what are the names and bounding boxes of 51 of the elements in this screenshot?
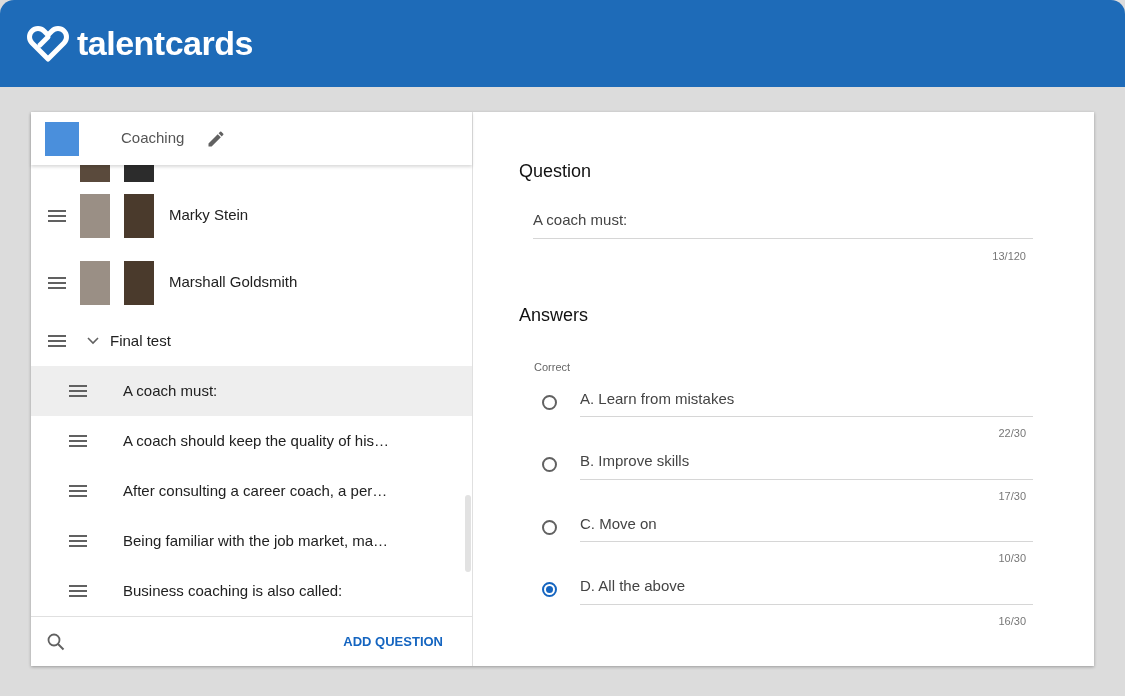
drag-handle-icon[interactable] <box>48 276 66 289</box>
section-heading: Question <box>519 160 593 183</box>
photo-placeholder <box>80 165 110 182</box>
character-counter: 10/30 <box>998 551 1026 566</box>
question-text: Business coaching is also called: <box>123 580 343 601</box>
section-heading: Answers <box>519 304 590 327</box>
question-text: A coach should keep the quality of his… <box>123 430 389 451</box>
photo-placeholder <box>45 121 79 156</box>
answer-field[interactable]: B. Improve skills <box>580 450 1033 480</box>
test-name: Final test <box>110 330 171 351</box>
column-label: Correct <box>534 360 572 375</box>
answer-field[interactable]: C. Move on <box>580 512 1033 542</box>
card-row[interactable]: Marshall Goldsmith <box>31 249 472 316</box>
radio-button[interactable] <box>542 457 557 472</box>
question-field[interactable]: A coach must: <box>533 209 1033 239</box>
character-counter: 17/30 <box>998 488 1026 504</box>
drag-handle-icon[interactable] <box>69 385 87 397</box>
photo-placeholder <box>124 193 154 238</box>
card-row[interactable]: Marky Stein <box>31 182 472 249</box>
chevron-icon[interactable] <box>87 337 99 345</box>
drag-handle-icon[interactable] <box>69 585 87 597</box>
photo-placeholder <box>124 260 154 305</box>
drag-handle-icon[interactable] <box>48 209 66 222</box>
question-text: Being familiar with the job market, ma… <box>123 530 389 551</box>
question-text: After consulting a career coach, a per… <box>123 480 388 501</box>
character-counter: 13/120 <box>992 248 1026 264</box>
drag-handle-icon[interactable] <box>69 535 87 547</box>
scrollbar[interactable] <box>465 495 471 572</box>
radio-button[interactable] <box>542 394 557 410</box>
card-name: Marshall Goldsmith <box>169 272 298 293</box>
answer-field[interactable]: A. Learn from mistakes <box>580 387 1033 417</box>
logo-text: talentcards <box>77 23 253 64</box>
photo-placeholder <box>124 165 154 182</box>
radio-button[interactable] <box>542 582 557 597</box>
question-text: A coach must: <box>123 380 218 401</box>
test-row[interactable]: Final test <box>31 316 472 366</box>
search-icon[interactable] <box>47 632 65 651</box>
photo-placeholder <box>80 193 110 238</box>
add-question-button[interactable]: ADD QUESTION <box>343 631 443 652</box>
photo-placeholder <box>80 260 110 305</box>
question-row[interactable]: A coach must: <box>31 366 472 416</box>
heart-logo-icon <box>27 24 69 63</box>
character-counter: 22/30 <box>998 426 1026 441</box>
radio-button[interactable] <box>542 519 557 535</box>
drag-handle-icon[interactable] <box>69 485 87 497</box>
drag-handle-icon[interactable] <box>69 435 87 447</box>
deck-title: Coaching <box>121 128 185 149</box>
drag-handle-icon[interactable] <box>48 335 66 347</box>
answer-field[interactable]: D. All the above <box>580 575 1033 605</box>
character-counter: 16/30 <box>998 613 1026 629</box>
card-name: Marky Stein <box>169 205 249 226</box>
